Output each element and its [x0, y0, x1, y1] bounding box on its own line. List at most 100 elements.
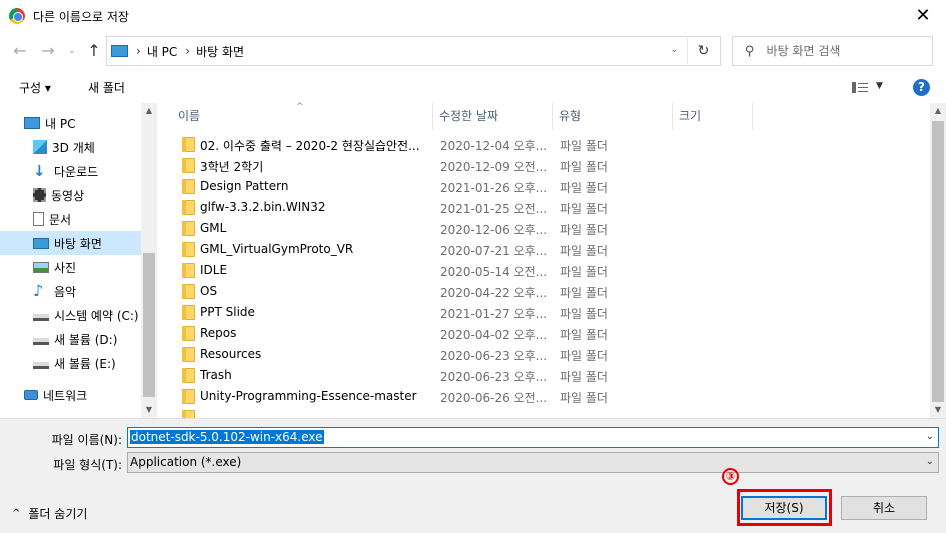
breadcrumb-my-pc[interactable]: 내 PC [147, 43, 177, 60]
chevron-down-icon[interactable]: ⌄ [926, 431, 934, 442]
file-name: 02. 이수중 출력 – 2020-2 현장실습안전... [200, 139, 420, 153]
file-name: GML [200, 221, 227, 235]
sidebar-item-videos[interactable]: 동영상 [0, 183, 141, 207]
sidebar-item-drive-c[interactable]: 시스템 예약 (C:) [0, 303, 141, 327]
scroll-down-icon[interactable]: ▼ [930, 402, 946, 418]
scroll-up-icon[interactable]: ▲ [930, 103, 946, 119]
file-date: 2021-01-26 오후... [440, 181, 548, 195]
breadcrumb-separator[interactable]: › [185, 44, 190, 58]
view-options-icon[interactable] [852, 82, 868, 93]
column-header-name[interactable]: 이름 [172, 103, 433, 130]
music-icon: ♪ [33, 281, 44, 300]
file-type: 파일 폴더 [560, 286, 608, 300]
sidebar-item-label: 다운로드 [54, 164, 99, 179]
file-row-partial[interactable] [174, 407, 750, 418]
file-row[interactable]: glfw-3.3.2.bin.WIN32 2021-01-25 오전... 파일 폴… [174, 197, 750, 218]
file-row[interactable]: Repos 2020-04-02 오후... 파일 폴더 [174, 323, 750, 344]
search-box[interactable]: ⚲ [732, 36, 933, 66]
forward-arrow-icon[interactable]: → [38, 41, 58, 61]
3d-objects-icon [33, 140, 47, 154]
sidebar-item-drive-e[interactable]: 새 볼륨 (E:) [0, 351, 141, 375]
file-type: 파일 폴더 [560, 223, 608, 237]
file-name: Resources [200, 347, 262, 361]
file-row[interactable]: PPT Slide 2021-01-27 오후... 파일 폴더 [174, 302, 750, 323]
recent-locations-chevron-icon[interactable]: ⌄ [62, 41, 82, 61]
folder-icon [182, 347, 195, 362]
file-type: 파일 폴더 [560, 139, 608, 153]
sidebar-item-3d-objects[interactable]: 3D 개체 [0, 135, 141, 159]
file-name: IDLE [200, 263, 228, 277]
drive-icon [33, 361, 49, 369]
file-row[interactable]: OS 2020-04-22 오후... 파일 폴더 [174, 281, 750, 302]
search-input[interactable] [766, 44, 927, 58]
close-icon[interactable]: ✕ [910, 4, 936, 28]
sidebar-scrollbar[interactable]: ▲ ▼ [141, 103, 157, 418]
file-row[interactable]: GML_VirtualGymProto_VR 2020-07-21 오후... 파일… [174, 239, 750, 260]
file-row[interactable]: Unity-Programming-Essence-master 2020-06-… [174, 386, 750, 407]
folder-icon [182, 326, 195, 341]
folder-icon [182, 242, 195, 257]
file-row[interactable]: GML 2020-12-06 오후... 파일 폴더 [174, 218, 750, 239]
sidebar-item-music[interactable]: ♪ 음악 [0, 279, 141, 303]
file-name: Design Pattern [200, 179, 289, 193]
hide-folders-toggle[interactable]: ^ 폴더 숨기기 [12, 505, 87, 522]
sidebar-item-network[interactable]: 네트워크 [0, 383, 141, 407]
hide-folders-label: 폴더 숨기기 [28, 507, 88, 521]
breadcrumb-desktop[interactable]: 바탕 화면 [196, 43, 244, 60]
sidebar-item-label: 문서 [49, 212, 72, 227]
sidebar-item-documents[interactable]: 문서 [0, 207, 141, 231]
organize-button[interactable]: 구성 ▾ [19, 79, 51, 96]
pc-icon [111, 45, 128, 57]
column-header-date[interactable]: 수정한 날짜 [433, 103, 553, 130]
sidebar-item-desktop[interactable]: 바탕 화면 [0, 231, 141, 255]
sidebar-item-downloads[interactable]: ↓ 다운로드 [0, 159, 141, 183]
file-row[interactable]: Design Pattern 2021-01-26 오후... 파일 폴더 [174, 176, 750, 197]
filetype-select[interactable]: Application (*.exe) ⌄ [127, 452, 939, 473]
sidebar-item-my-pc[interactable]: 내 PC [0, 111, 141, 135]
network-icon [24, 390, 38, 400]
chrome-app-icon [9, 8, 25, 24]
file-row[interactable]: Trash 2020-06-23 오후... 파일 폴더 [174, 365, 750, 386]
file-row[interactable]: IDLE 2020-05-14 오전... 파일 폴더 [174, 260, 750, 281]
file-date: 2020-04-02 오후... [440, 328, 548, 342]
save-button[interactable]: 저장(S) [741, 496, 827, 520]
filename-input[interactable]: dotnet-sdk-5.0.102-win-x64.exe ⌄ [127, 427, 939, 448]
chevron-down-icon[interactable]: ⌄ [926, 456, 934, 467]
file-name: Unity-Programming-Essence-master [200, 389, 417, 403]
file-type: 파일 폴더 [560, 370, 608, 384]
address-bar[interactable]: › 내 PC › 바탕 화면 ⌄ ↻ [106, 36, 721, 66]
sidebar-item-drive-d[interactable]: 새 볼륨 (D:) [0, 327, 141, 351]
new-folder-button[interactable]: 새 폴더 [88, 79, 125, 96]
filetype-label: 파일 형식(T): [53, 458, 122, 472]
command-bar: 구성 ▾ 새 폴더 ▼ ? [0, 72, 946, 102]
breadcrumb-separator[interactable]: › [136, 44, 141, 58]
file-type: 파일 폴더 [560, 391, 608, 405]
sidebar-scrollbar-thumb[interactable] [143, 253, 155, 397]
file-list-scrollbar[interactable]: ▲ ▼ [930, 103, 946, 418]
cancel-button[interactable]: 취소 [841, 496, 927, 520]
column-header-size[interactable]: 크기 [673, 103, 753, 130]
up-arrow-icon[interactable]: ↑ [84, 41, 104, 61]
file-name: Repos [200, 326, 237, 340]
view-dropdown-icon[interactable]: ▼ [876, 81, 883, 91]
video-icon [33, 188, 46, 202]
file-type: 파일 폴더 [560, 328, 608, 342]
folder-icon [182, 179, 195, 194]
filename-value: dotnet-sdk-5.0.102-win-x64.exe [130, 430, 324, 444]
column-header-type[interactable]: 유형 [553, 103, 673, 130]
sidebar-item-pictures[interactable]: 사진 [0, 255, 141, 279]
help-icon[interactable]: ? [913, 79, 930, 96]
sidebar-item-label: 음악 [54, 284, 77, 299]
file-list-scrollbar-thumb[interactable] [932, 121, 944, 402]
file-row[interactable]: Resources 2020-06-23 오후... 파일 폴더 [174, 344, 750, 365]
file-date: 2020-06-23 오후... [440, 349, 548, 363]
scroll-down-icon[interactable]: ▼ [141, 402, 157, 418]
back-arrow-icon[interactable]: ← [10, 41, 30, 61]
file-row[interactable]: 02. 이수중 출력 – 2020-2 현장실습안전... 2020-12-04 … [174, 134, 750, 155]
file-row[interactable]: 3학년 2학기 2020-12-09 오전... 파일 폴더 [174, 155, 750, 176]
sidebar-item-label: 동영상 [51, 188, 85, 203]
scroll-up-icon[interactable]: ▲ [141, 103, 157, 119]
sidebar-item-label: 사진 [54, 260, 77, 275]
refresh-icon[interactable]: ↻ [687, 38, 719, 64]
address-dropdown-icon[interactable]: ⌄ [670, 45, 678, 55]
